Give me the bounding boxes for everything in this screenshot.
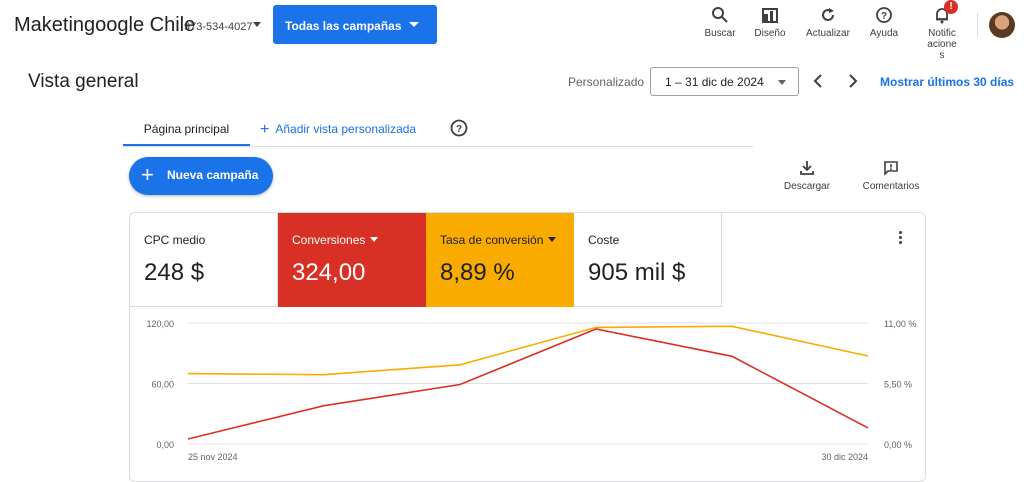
series-line — [187, 325, 869, 376]
more-options-icon[interactable] — [899, 231, 903, 246]
y-right-tick-label: 0,00 % — [884, 440, 912, 450]
y-left-tick-label: 0,00 — [156, 440, 174, 450]
avatar[interactable] — [989, 12, 1015, 38]
appearance-button[interactable]: Diseño — [745, 6, 795, 39]
kpi-value: 905 mil $ — [588, 259, 686, 286]
y-right-tick-label: 11,00 % — [884, 319, 916, 329]
download-button[interactable]: Descargar — [772, 160, 842, 192]
campaign-selector-label: Todas las campañas — [285, 19, 402, 33]
chevron-down-icon — [409, 22, 419, 27]
tabs-divider — [123, 146, 753, 147]
notification-badge: ! — [944, 0, 958, 14]
y-right-tick-label: 5,50 % — [884, 380, 912, 390]
kpi-cost[interactable]: Coste 905 mil $ — [574, 213, 722, 307]
add-custom-view-label: Añadir vista personalizada — [275, 122, 417, 136]
new-campaign-label: Nueva campaña — [167, 168, 259, 182]
svg-text:?: ? — [881, 11, 887, 22]
appearance-icon — [762, 8, 778, 23]
svg-text:?: ? — [456, 124, 462, 135]
help-button[interactable]: ? Ayuda — [859, 6, 909, 39]
feedback-button[interactable]: Comentarios — [856, 160, 926, 192]
x-tick-label: 30 dic 2024 — [821, 452, 868, 462]
chevron-down-icon — [778, 80, 786, 85]
plus-icon: + — [260, 121, 270, 138]
search-label: Buscar — [704, 28, 736, 39]
kpi-label: Coste — [588, 233, 620, 247]
refresh-label: Actualizar — [806, 28, 850, 39]
performance-chart: 120,00 11,00 % 60,00 5,50 % 0,00 0,00 % 25 nov… — [146, 319, 916, 462]
overview-performance-card: CPC medio 248 $ Conversiones 324,00 Tasa… — [129, 212, 926, 482]
date-range-value: 1 – 31 dic de 2024 — [665, 75, 764, 89]
feedback-label: Comentarios — [862, 181, 920, 192]
search-icon — [712, 7, 728, 23]
kpi-conversions[interactable]: Conversiones 324,00 — [278, 213, 426, 307]
download-icon — [800, 161, 814, 175]
chevron-down-icon[interactable] — [548, 237, 557, 242]
top-bar: Maketingoogle Chile 973-534-4027 Todas l… — [0, 0, 1024, 61]
kpi-avg-cpc[interactable]: CPC medio 248 $ — [130, 213, 278, 307]
page-title: Vista general — [28, 71, 139, 92]
date-range-picker[interactable]: 1 – 31 dic de 2024 — [650, 67, 799, 96]
new-campaign-button[interactable]: + Nueva campaña — [129, 157, 273, 195]
show-last-30-days-link[interactable]: Mostrar últimos 30 días — [880, 75, 1014, 89]
next-period-icon[interactable] — [845, 72, 861, 90]
date-range-type: Personalizado — [568, 75, 645, 89]
kpi-label: CPC medio — [144, 233, 206, 247]
kpi-conversion-rate[interactable]: Tasa de conversión 8,89 % — [426, 213, 574, 307]
y-left-tick-label: 60,00 — [151, 380, 174, 390]
kpi-value: 248 $ — [144, 259, 205, 286]
x-tick-label: 25 nov 2024 — [188, 452, 238, 462]
kpi-value: 324,00 — [292, 259, 366, 286]
refresh-icon — [822, 8, 834, 21]
help-icon: ? — [876, 7, 892, 23]
header-divider — [977, 13, 978, 37]
download-label: Descargar — [783, 181, 831, 192]
chevron-down-icon[interactable] — [370, 237, 379, 242]
feedback-icon — [884, 161, 898, 176]
kpi-label: Tasa de conversión — [440, 233, 544, 247]
add-custom-view-link[interactable]: + Añadir vista personalizada — [260, 121, 416, 139]
y-left-tick-label: 120,00 — [146, 319, 174, 329]
campaign-selector-button[interactable]: Todas las campañas — [273, 5, 437, 44]
help-icon[interactable]: ? — [450, 119, 468, 137]
notifications-label: Notificaciones — [927, 28, 957, 61]
account-id[interactable]: 973-534-4027 — [184, 21, 253, 33]
notifications-button[interactable]: Notificaciones — [912, 6, 972, 61]
plus-icon: + — [141, 162, 154, 187]
tab-main-page[interactable]: Página principal — [123, 113, 250, 147]
appearance-label: Diseño — [754, 28, 786, 39]
help-label: Ayuda — [869, 28, 899, 39]
search-button[interactable]: Buscar — [695, 6, 745, 39]
previous-period-icon[interactable] — [810, 72, 826, 90]
kpi-value: 8,89 % — [440, 259, 515, 286]
refresh-button[interactable]: Actualizar — [803, 6, 853, 39]
account-name[interactable]: Maketingoogle Chile — [14, 14, 195, 37]
account-dropdown-icon[interactable] — [253, 22, 261, 27]
kpi-label: Conversiones — [292, 233, 366, 247]
